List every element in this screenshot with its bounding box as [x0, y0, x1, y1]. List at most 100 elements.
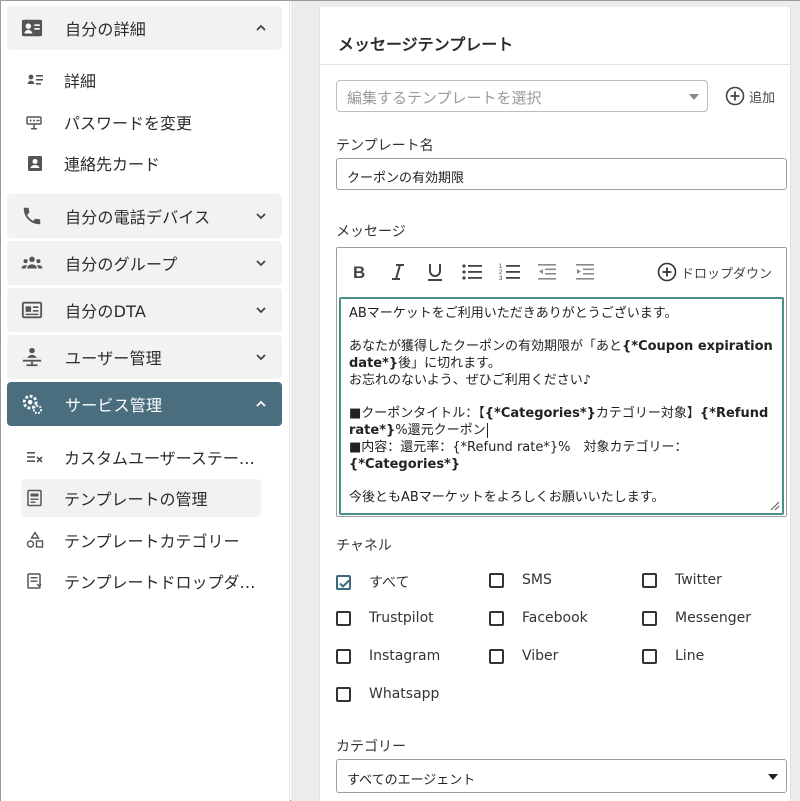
- template-manage-icon: [27, 489, 42, 507]
- details-list-icon: [27, 74, 43, 85]
- sidebar-item-contact-card[interactable]: 連絡先カード: [21, 144, 261, 182]
- sidebar-item-template-management[interactable]: テンプレートの管理: [21, 479, 261, 517]
- checkbox: [489, 610, 504, 626]
- template-name-input[interactable]: クーポンの有効期限: [336, 158, 787, 190]
- channel-checkbox-all[interactable]: すべて: [336, 572, 409, 592]
- sidebar-section-label: ユーザー管理: [65, 349, 162, 368]
- sidebar-item-details[interactable]: 詳細: [21, 61, 261, 99]
- checkbox: [336, 648, 351, 664]
- channel-checkbox-instagram[interactable]: Instagram: [336, 648, 440, 664]
- checkbox-checked: [336, 574, 351, 590]
- bullet-list-icon[interactable]: [461, 261, 483, 283]
- template-name-label: テンプレート名: [336, 138, 434, 154]
- message-text: ABマーケットをご利用いただきありがとうございます。: [349, 306, 678, 321]
- channel-checkbox-messenger[interactable]: Messenger: [642, 610, 751, 626]
- channel-checkbox-facebook[interactable]: Facebook: [489, 610, 588, 626]
- add-template-button[interactable]: 追加: [725, 84, 775, 108]
- sidebar-item-label: テンプレートカテゴリー: [64, 532, 240, 551]
- page-title: メッセージテンプレート: [338, 35, 514, 54]
- channel-checkbox-line[interactable]: Line: [642, 648, 704, 664]
- sidebar-section-phone-devices[interactable]: 自分の電話デバイス: [7, 194, 282, 238]
- channel-checkbox-whatsapp[interactable]: Whatsapp: [336, 686, 439, 702]
- message-text: %還元クーポン: [395, 423, 486, 438]
- sidebar-item-custom-user-status[interactable]: カスタムユーザーステータス: [21, 438, 261, 476]
- sidebar: 自分の詳細 詳細 パスワードを変更 連絡先カード 自分の電話デバイス 自分のグル…: [1, 1, 290, 801]
- sidebar-item-label: 詳細: [64, 72, 97, 91]
- sidebar-item-template-category[interactable]: テンプレートカテゴリー: [21, 521, 261, 559]
- sidebar-item-label: テンプレートの管理: [64, 490, 208, 509]
- sidebar-section-user-admin[interactable]: ユーザー管理: [7, 335, 282, 379]
- phone-icon: [23, 207, 41, 225]
- user-admin-icon: [22, 347, 42, 367]
- sidebar-section-service-admin[interactable]: サービス管理: [7, 382, 282, 426]
- checkbox: [336, 610, 351, 626]
- checkbox: [489, 648, 504, 664]
- sidebar-item-template-dropdown[interactable]: テンプレートドロップダウン: [21, 562, 261, 600]
- chevron-down-icon: [256, 307, 266, 314]
- sidebar-item-label: カスタムユーザーステータス: [64, 449, 256, 468]
- group-icon: [21, 256, 43, 269]
- template-select-placeholder: 編集するテンプレートを選択: [347, 89, 542, 107]
- channel-checkbox-viber[interactable]: Viber: [489, 648, 558, 664]
- italic-icon[interactable]: [387, 261, 409, 283]
- sidebar-section-my-details[interactable]: 自分の詳細: [7, 6, 282, 50]
- main-area: メッセージテンプレート 編集するテンプレートを選択 追加 テンプレート名 クーポ…: [291, 1, 800, 801]
- chevron-down-icon: [256, 213, 266, 220]
- template-select[interactable]: 編集するテンプレートを選択: [336, 80, 708, 112]
- sidebar-section-label: サービス管理: [65, 396, 163, 415]
- message-template-panel: メッセージテンプレート 編集するテンプレートを選択 追加 テンプレート名 クーポ…: [319, 7, 791, 801]
- message-text: カテゴリー対象】: [595, 406, 700, 421]
- sidebar-section-label: 自分のDTA: [65, 302, 146, 321]
- resize-handle-icon[interactable]: [768, 499, 780, 511]
- sidebar-item-label: 連絡先カード: [64, 155, 161, 174]
- chevron-up-icon: [256, 24, 266, 31]
- message-line: ABマーケットをご利用いただきありがとうございます。: [349, 305, 774, 322]
- indent-icon[interactable]: [574, 261, 596, 283]
- service-gear-icon: [22, 394, 43, 415]
- bold-icon[interactable]: B: [349, 261, 371, 283]
- underline-icon[interactable]: [424, 261, 446, 283]
- insert-dropdown-button[interactable]: ドロップダウン: [657, 262, 772, 282]
- message-editor: B 1 2 3 ドロップダウン ABマーケットをご利用いただきありがとうございま…: [336, 247, 787, 517]
- chevron-down-icon: [256, 354, 266, 361]
- sidebar-section-my-groups[interactable]: 自分のグループ: [7, 241, 282, 285]
- message-text: お忘れのないよう、ぜひご利用ください♪: [349, 373, 592, 388]
- message-text: ■内容：還元率：{*Refund rate*}% 対象カテゴリー：: [349, 440, 688, 455]
- chevron-down-icon: [256, 260, 266, 267]
- sidebar-section-my-dta[interactable]: 自分のDTA: [7, 288, 282, 332]
- dta-card-icon: [21, 301, 43, 319]
- checkbox-label: Viber: [522, 648, 559, 664]
- template-category-icon: [26, 531, 44, 548]
- sidebar-item-change-password[interactable]: パスワードを変更: [21, 103, 261, 141]
- text-cursor: [486, 423, 488, 438]
- checkbox-label: SMS: [522, 572, 552, 588]
- message-line: ■クーポンタイトル：【{*Categories*}カテゴリー対象】{*Refun…: [349, 405, 774, 439]
- outdent-icon[interactable]: [536, 261, 558, 283]
- template-name-value: クーポンの有効期限: [347, 171, 465, 186]
- checkbox-label: Trustpilot: [369, 610, 434, 626]
- svg-text:3: 3: [499, 276, 503, 282]
- message-textarea[interactable]: ABマーケットをご利用いただきありがとうございます。 あなたが獲得したクーポンの…: [339, 297, 784, 515]
- category-label: カテゴリー: [336, 739, 406, 755]
- message-text: ■クーポンタイトル：【: [349, 406, 485, 421]
- checkbox: [489, 572, 504, 588]
- channel-checkbox-sms[interactable]: SMS: [489, 572, 552, 588]
- category-select[interactable]: すべてのエージェント: [336, 759, 787, 793]
- message-line: 今後ともABマーケットをよろしくお願いいたします。: [349, 489, 774, 506]
- channel-checkbox-trustpilot[interactable]: Trustpilot: [336, 610, 434, 626]
- channel-checkbox-twitter[interactable]: Twitter: [642, 572, 722, 588]
- checkbox-label: Messenger: [675, 610, 752, 626]
- numbered-list-icon[interactable]: 1 2 3: [499, 261, 521, 283]
- contact-card-icon: [21, 19, 43, 37]
- title-divider: [320, 64, 790, 65]
- category-select-value: すべてのエージェント: [347, 773, 476, 788]
- checkbox-label: すべて: [369, 575, 410, 591]
- placeholder-tag: {*Categories*}: [349, 457, 461, 472]
- sidebar-item-label: パスワードを変更: [64, 114, 193, 133]
- message-label: メッセージ: [336, 224, 406, 240]
- sidebar-section-label: 自分のグループ: [65, 255, 178, 274]
- checkbox-label: Line: [675, 648, 705, 664]
- dropdown-button-label: ドロップダウン: [681, 266, 773, 282]
- checkbox-label: Facebook: [522, 610, 588, 626]
- checkbox: [642, 610, 657, 626]
